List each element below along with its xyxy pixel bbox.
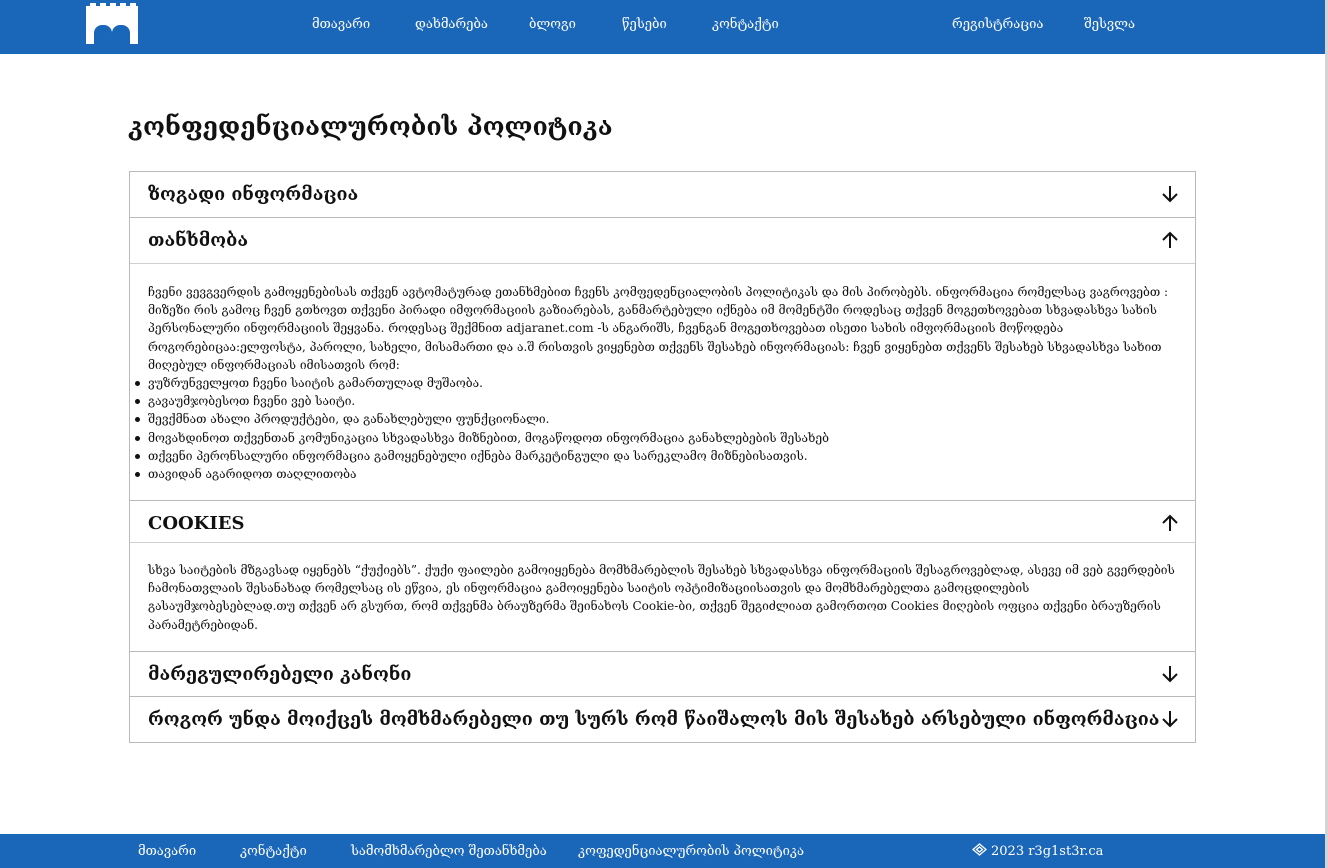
accordion-title: მარეგულირებელი კანონი xyxy=(148,664,412,685)
consent-paragraph: ჩვენი ვევგვერდის გამოყენებისას თქვენ ავტ… xyxy=(148,285,1169,372)
nav-contact[interactable]: კონტაქტი xyxy=(712,17,779,32)
footer-link-privacy[interactable]: კოფედენციალურობის პოლიტიკა xyxy=(578,844,804,859)
accordion-header-consent[interactable]: თანხმობა xyxy=(130,218,1195,262)
accordion-cookies: COOKIES სხვა საიტების მზგავსად იყენებს “… xyxy=(129,500,1196,652)
arrow-down-icon[interactable] xyxy=(1161,184,1179,204)
list-item: მოვახდინოთ თქვენთან კომუნიკაცია სხვადასხ… xyxy=(135,429,1177,447)
bridge-logo-icon[interactable] xyxy=(86,3,138,44)
copyright-text: 2023 r3g1st3r.ca xyxy=(991,844,1104,859)
list-item: ვუზრუნველყოთ ჩვენი საიტის გამართულად მუშ… xyxy=(135,374,1177,392)
footer-link-home[interactable]: მთავარი xyxy=(138,844,196,859)
accordion-body-cookies: სხვა საიტების მზგავსად იყენებს “ქუქიებს”… xyxy=(148,561,1177,634)
footer: მთავარი კონტაქტი სამომხმარებლო შეთანხმებ… xyxy=(0,834,1325,868)
accordion-title: როგორ უნდა მოიქცეს მომხმარებელი თუ სურს … xyxy=(148,709,1160,730)
nav-rules[interactable]: წესები xyxy=(622,17,667,32)
arrow-up-icon[interactable] xyxy=(1161,230,1179,250)
accordion-header-data-deletion[interactable]: როგორ უნდა მოიქცეს მომხმარებელი თუ სურს … xyxy=(130,697,1195,741)
accordion-title: COOKIES xyxy=(148,513,245,534)
accordion-header-governing-law[interactable]: მარეგულირებელი კანონი xyxy=(130,652,1195,696)
footer-link-terms[interactable]: სამომხმარებლო შეთანხმება xyxy=(351,844,547,859)
list-item: შევქმნათ ახალი პროდუქტები, და განახლებულ… xyxy=(135,410,1177,428)
arrow-down-icon[interactable] xyxy=(1161,664,1179,684)
nav-home[interactable]: მთავარი xyxy=(312,17,370,32)
accordion-header-cookies[interactable]: COOKIES xyxy=(130,501,1195,545)
consent-bullet-list: ვუზრუნველყოთ ჩვენი საიტის გამართულად მუშ… xyxy=(135,374,1177,483)
accordion-header-general-info[interactable]: ზოგადი ინფორმაცია xyxy=(130,172,1195,216)
accordion-title: ზოგადი ინფორმაცია xyxy=(148,184,359,205)
arrow-down-icon[interactable] xyxy=(1161,709,1179,729)
accordion-general-info: ზოგადი ინფორმაცია xyxy=(129,171,1196,218)
list-item: თქვენი პერონსალური ინფორმაცია გამოყენებუ… xyxy=(135,447,1177,465)
nav-blog[interactable]: ბლოგი xyxy=(529,17,576,32)
arrow-up-icon[interactable] xyxy=(1161,513,1179,533)
accordion-consent: თანხმობა ჩვენი ვევგვერდის გამოყენებისას … xyxy=(129,217,1196,501)
accordion-body-consent: ჩვენი ვევგვერდის გამოყენებისას თქვენ ავტ… xyxy=(135,283,1177,483)
divider xyxy=(130,263,1195,264)
footer-copyright: 2023 r3g1st3r.ca xyxy=(971,843,1104,859)
cookies-paragraph: სხვა საიტების მზგავსად იყენებს “ქუქიებს”… xyxy=(148,563,1175,632)
register-link[interactable]: რეგისტრაცია xyxy=(952,17,1043,32)
list-item: გავაუმჯობესოთ ჩვენი ვებ საიტი. xyxy=(135,392,1177,410)
list-item: თავიდან აგარიდოთ თაღლითობა xyxy=(135,465,1177,483)
top-navbar: მთავარი დახმარება ბლოგი წესები კონტაქტი … xyxy=(0,0,1325,54)
divider xyxy=(130,542,1195,543)
accordion-data-deletion: როგორ უნდა მოიქცეს მომხმარებელი თუ სურს … xyxy=(129,696,1196,743)
nav-help[interactable]: დახმარება xyxy=(415,17,488,32)
accordion-governing-law: მარეგულირებელი კანონი xyxy=(129,651,1196,697)
login-link[interactable]: შესვლა xyxy=(1084,17,1135,32)
accordion-title: თანხმობა xyxy=(148,230,249,251)
diamond-logo-icon xyxy=(971,843,988,856)
footer-link-contact[interactable]: კონტაქტი xyxy=(240,844,307,859)
page-title: კონფედენციალურობის პოლიტიკა xyxy=(128,112,613,141)
